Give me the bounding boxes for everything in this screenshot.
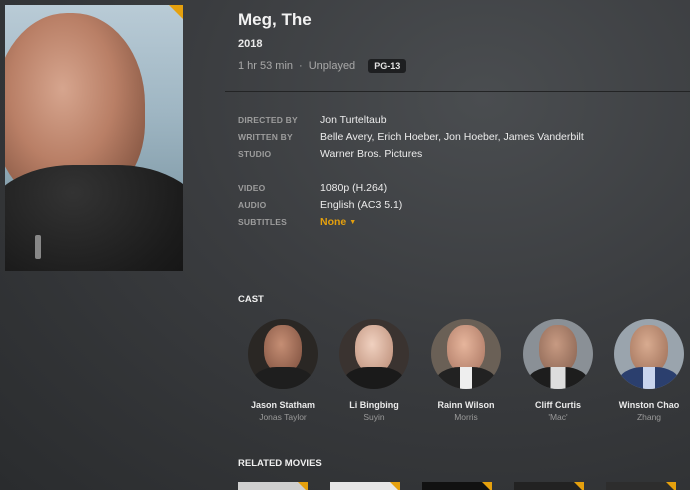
avatar	[523, 319, 593, 389]
character-name: Morris	[454, 412, 478, 422]
avatar	[614, 319, 684, 389]
unplayed-corner-flag	[482, 482, 492, 490]
cast-item[interactable]: Winston Chao Zhang	[603, 319, 690, 422]
character-name: 'Mac'	[548, 412, 568, 422]
character-name: Zhang	[636, 412, 662, 422]
video-row: VIDEO 1080p (H.264)	[238, 179, 584, 196]
subtitles-value: None	[320, 216, 347, 229]
poster-hoodie	[5, 165, 183, 271]
avatar	[431, 319, 501, 389]
actor-name: Li Bingbing	[349, 400, 399, 410]
poster-zipper	[35, 235, 41, 259]
studio-link[interactable]: Warner Bros. Pictures	[320, 148, 422, 160]
studio-label: STUDIO	[238, 149, 272, 160]
unplayed-corner-flag	[390, 482, 400, 490]
movie-title: Meg, The	[238, 10, 312, 29]
unplayed-corner-flag	[574, 482, 584, 490]
studio-row: STUDIO Warner Bros. Pictures	[238, 146, 584, 163]
actor-name: Rainn Wilson	[437, 400, 495, 410]
related-movies-row	[238, 482, 676, 490]
audio-row: AUDIO English (AC3 5.1)	[238, 196, 584, 213]
related-movie-thumb[interactable]	[606, 482, 676, 490]
subtitles-row: SUBTITLES None ▼	[238, 213, 584, 230]
related-movie-thumb[interactable]	[330, 482, 400, 490]
meta-separator: ·	[299, 60, 303, 72]
movie-year: 2018	[238, 38, 263, 50]
related-movies-heading: RELATED MOVIES	[238, 458, 322, 469]
play-status: Unplayed	[308, 60, 356, 72]
written-by-label: WRITTEN BY	[238, 131, 293, 142]
directed-by-label: DIRECTED BY	[238, 114, 298, 125]
cast-item[interactable]: Rainn Wilson Morris	[420, 319, 512, 422]
movie-duration: 1 hr 53 min	[238, 60, 294, 72]
actor-name: Jason Statham	[250, 400, 316, 410]
written-by-row: WRITTEN BY Belle Avery, Erich Hoeber, Jo…	[238, 128, 584, 145]
character-name: Suyin	[363, 412, 385, 422]
actor-name: Winston Chao	[618, 400, 680, 410]
writers-links[interactable]: Belle Avery, Erich Hoeber, Jon Hoeber, J…	[320, 131, 584, 143]
actor-name: Cliff Curtis	[535, 400, 581, 410]
cast-item[interactable]: Li Bingbing Suyin	[328, 319, 420, 422]
movie-details: DIRECTED BY Jon Turteltaub WRITTEN BY Be…	[238, 111, 584, 231]
cast-heading: CAST	[238, 294, 264, 305]
unplayed-corner-flag	[298, 482, 308, 490]
related-movie-thumb[interactable]	[514, 482, 584, 490]
unplayed-corner-flag	[169, 5, 183, 19]
movie-poster[interactable]	[5, 5, 183, 271]
movie-meta: 1 hr 53 min · Unplayed PG-13	[238, 59, 407, 73]
audio-label: AUDIO	[238, 199, 267, 210]
related-movie-thumb[interactable]	[422, 482, 492, 490]
director-link[interactable]: Jon Turteltaub	[320, 114, 387, 126]
audio-value: English (AC3 5.1)	[320, 198, 403, 211]
unplayed-corner-flag	[666, 482, 676, 490]
video-label: VIDEO	[238, 182, 266, 193]
avatar	[248, 319, 318, 389]
avatar	[339, 319, 409, 389]
content-rating-badge: PG-13	[368, 59, 407, 73]
related-movie-thumb[interactable]	[238, 482, 308, 490]
cast-item[interactable]: Cliff Curtis 'Mac'	[512, 319, 604, 422]
character-name: Jonas Taylor	[259, 412, 307, 422]
subtitles-dropdown[interactable]: None ▼	[320, 216, 356, 228]
directed-by-row: DIRECTED BY Jon Turteltaub	[238, 111, 584, 128]
header-divider	[225, 91, 690, 92]
cast-item[interactable]: Jason Statham Jonas Taylor	[237, 319, 329, 422]
caret-down-icon: ▼	[349, 218, 357, 226]
subtitles-label: SUBTITLES	[238, 217, 288, 228]
video-value: 1080p (H.264)	[320, 181, 388, 194]
